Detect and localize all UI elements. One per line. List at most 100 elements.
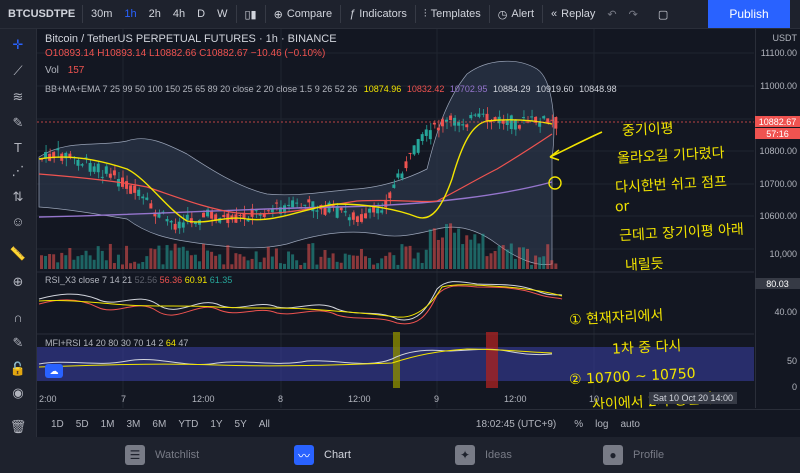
lock-drawing-icon[interactable]: ✎ [0, 333, 36, 353]
candle-body [165, 219, 169, 222]
crosshair-icon[interactable]: ✛ [0, 35, 36, 55]
chart-canvas[interactable]: Bitcoin / TetherUS PERPETUAL FUTURES · 1… [37, 29, 754, 413]
publish-button[interactable]: Publish [708, 0, 790, 28]
volume-bar [254, 251, 258, 269]
log-toggle[interactable]: log [589, 419, 614, 430]
redo-icon[interactable]: ↷ [623, 0, 644, 28]
compare-button[interactable]: ⊕ Compare [268, 0, 338, 28]
ind-value-2: 10832.42 [406, 84, 445, 94]
volume-bar [347, 254, 351, 269]
nav-watchlist[interactable]: ☰ Watchlist [125, 437, 199, 473]
auto-toggle[interactable]: auto [615, 419, 646, 430]
volume-bar [189, 255, 193, 269]
range-6m[interactable]: 6M [146, 419, 172, 430]
volume-bar [193, 254, 197, 269]
candle-body [92, 166, 96, 172]
templates-button[interactable]: ⫶ Templates [418, 0, 487, 28]
fullscreen-icon[interactable]: ▢ [652, 0, 674, 28]
trash-icon[interactable]: 🗑 [0, 417, 36, 437]
rewind-icon: « [551, 8, 558, 20]
interval-d[interactable]: D [191, 0, 211, 28]
range-ytd[interactable]: YTD [172, 419, 204, 430]
volume-bar [315, 264, 319, 269]
volume-bar [44, 255, 48, 269]
volume-bar [505, 249, 509, 269]
prediction-icon[interactable]: ⇅ [0, 187, 36, 207]
price-tick: 10700.00 [759, 179, 797, 189]
emoji-icon[interactable]: ☺ [0, 211, 36, 231]
range-1d[interactable]: 1D [45, 419, 70, 430]
time-tick: 9 [434, 394, 440, 404]
candle-body [416, 139, 420, 153]
volume-bar [355, 255, 359, 269]
nav-ideas[interactable]: ✦ Ideas [455, 437, 512, 473]
volume-bar [125, 245, 129, 269]
fib-icon[interactable]: ≋ [0, 87, 36, 107]
undo-icon[interactable]: ↶ [601, 0, 622, 28]
volume-bar [185, 250, 189, 269]
candle-body [56, 148, 60, 151]
interval-4h[interactable]: 4h [167, 0, 191, 28]
volume-bar [408, 245, 412, 269]
candle-body [388, 192, 392, 199]
range-3m[interactable]: 3M [121, 419, 147, 430]
candle-body [347, 217, 351, 221]
symbol-search[interactable]: BTCUSDTPE [0, 0, 80, 28]
ohlc-low: L10882.66 [149, 48, 197, 59]
range-1m[interactable]: 1M [95, 419, 121, 430]
ind-value-5: 10919.60 [536, 84, 574, 94]
currency-label: USDT [772, 33, 798, 43]
candle-body [521, 117, 525, 119]
text-icon[interactable]: T [0, 137, 36, 157]
chart-type-icon[interactable]: ▯▮ [239, 0, 263, 28]
nav-chart-label: Chart [324, 449, 351, 461]
trendline-icon[interactable]: ⟋ [0, 61, 36, 81]
interval-30m[interactable]: 30m [85, 0, 118, 28]
ruler-icon[interactable]: 📏 [0, 244, 36, 264]
interval-2h[interactable]: 2h [143, 0, 167, 28]
volume-bar [177, 247, 181, 269]
percent-toggle[interactable]: % [568, 419, 589, 430]
range-5d[interactable]: 5D [70, 419, 95, 430]
price-axis[interactable]: USDT 11100.00 11000.00 10800.00 10700.00… [755, 29, 800, 408]
eye-icon[interactable]: ◉ [0, 383, 36, 403]
volume-bar [489, 253, 493, 269]
lock-icon[interactable]: 🔓 [0, 359, 36, 379]
nav-profile[interactable]: ● Profile [603, 437, 664, 473]
nav-chart[interactable]: 〰 Chart [294, 437, 351, 473]
indicator-name: BB+MA+EMA 7 25 99 50 100 150 25 65 89 20… [45, 84, 358, 94]
volume-bar [453, 232, 457, 269]
indicators-button[interactable]: ƒ Indicators [343, 0, 413, 28]
clock[interactable]: 18:02:45 (UTC+9) [476, 419, 556, 430]
interval-w[interactable]: W [211, 0, 233, 28]
last-price-tag: 10882.67 [755, 116, 800, 127]
zoom-icon[interactable]: ⊕ [0, 272, 36, 292]
volume-bar [319, 256, 323, 269]
replay-label: Replay [561, 8, 596, 20]
replay-button[interactable]: «Replay [545, 0, 601, 28]
volume-bar [481, 233, 485, 269]
range-all[interactable]: All [253, 419, 276, 430]
volume-bar [161, 264, 165, 269]
volume-bar [372, 264, 376, 269]
volume-bar [181, 246, 185, 269]
candle-body [145, 197, 149, 200]
candle-body [396, 173, 400, 178]
brush-icon[interactable]: ✎ [0, 113, 36, 133]
user-icon: ● [603, 445, 623, 465]
alert-button[interactable]: ◷ Alert [492, 0, 540, 28]
candle-body [436, 127, 440, 131]
interval-1h[interactable]: 1h [118, 0, 142, 28]
range-1y[interactable]: 1Y [204, 419, 228, 430]
candle-body [351, 212, 355, 220]
volume-bar [116, 254, 120, 269]
pattern-icon[interactable]: ⋰ [0, 161, 36, 181]
magnet-icon[interactable]: ∩ [0, 307, 36, 327]
cloud-icon[interactable]: ☁ [45, 364, 63, 378]
candle-body [530, 116, 534, 118]
candle-body [315, 210, 319, 212]
handwriting-note: or [614, 198, 630, 216]
range-5y[interactable]: 5Y [229, 419, 253, 430]
compare-label: Compare [286, 8, 333, 20]
time-axis[interactable]: 2:00 7 12:00 8 12:00 9 12:00 10 Sat 10 O… [37, 390, 754, 408]
